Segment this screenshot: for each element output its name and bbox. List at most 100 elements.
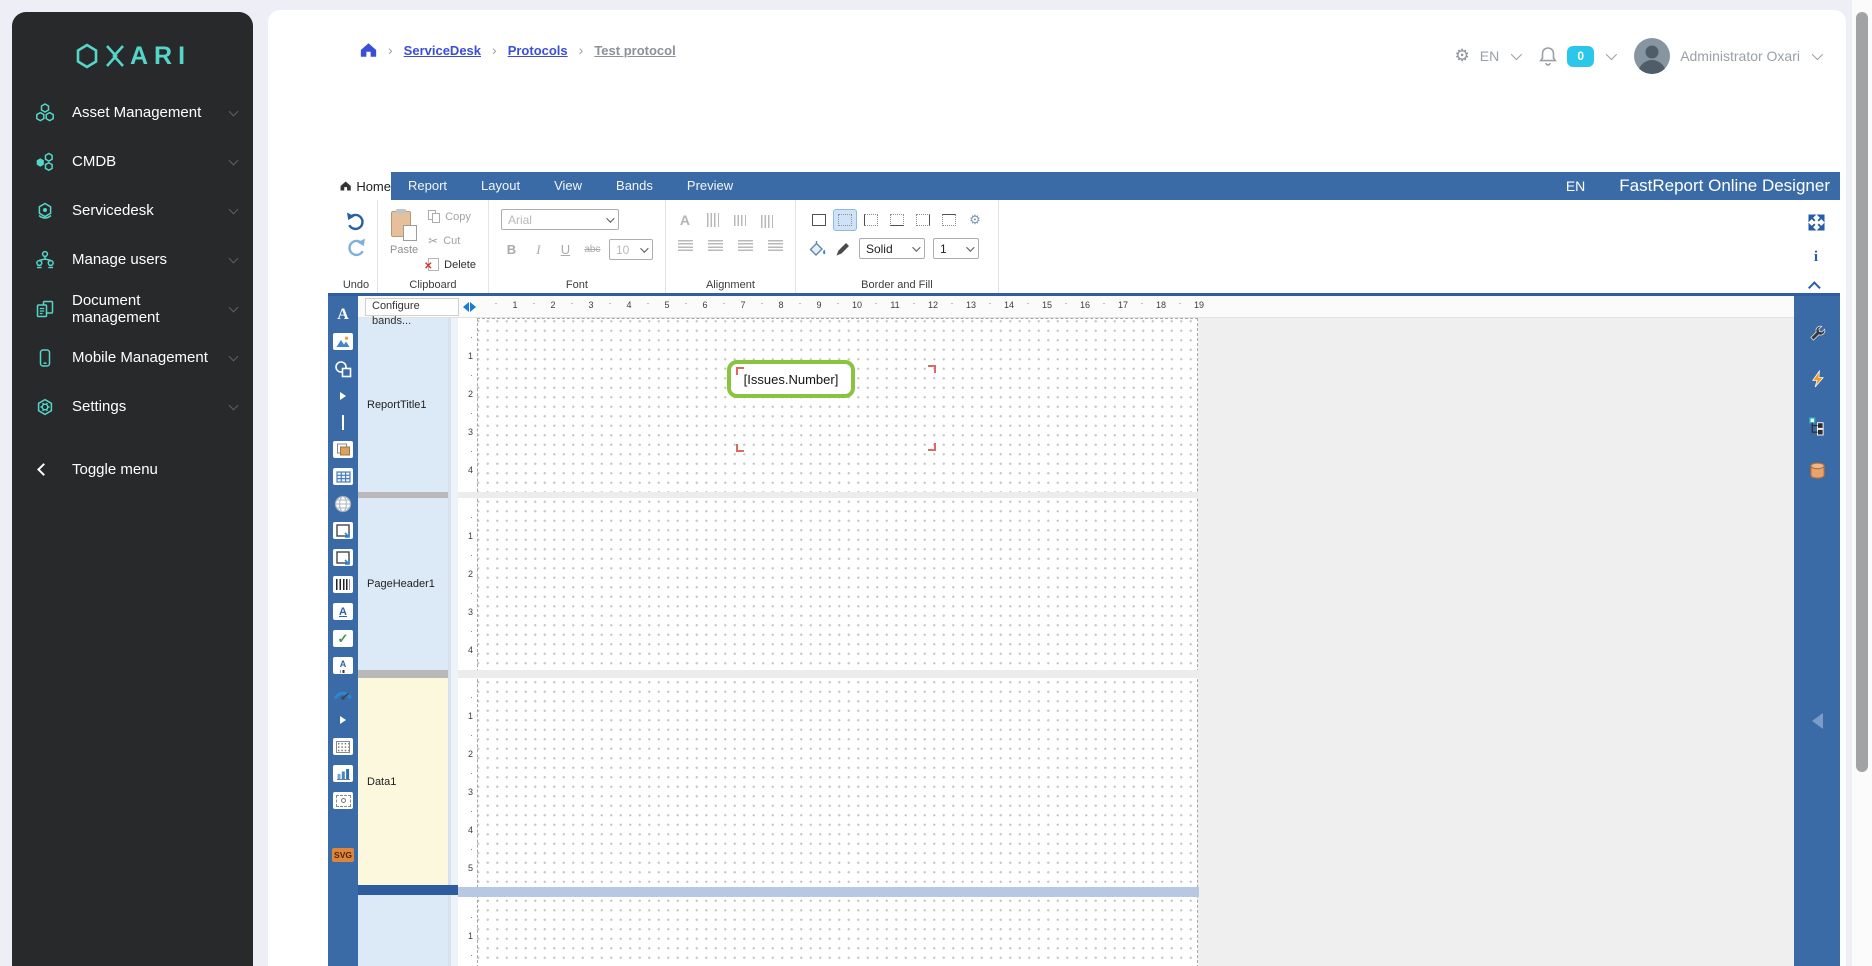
picture-object-button[interactable]: [333, 332, 353, 351]
align-justify-icon[interactable]: [767, 240, 783, 251]
chart-object-button[interactable]: [333, 764, 353, 783]
table-object-button[interactable]: [333, 467, 353, 486]
html-object-button[interactable]: [333, 818, 353, 837]
band-label-next[interactable]: [358, 895, 448, 966]
strikethrough-button[interactable]: abc: [582, 239, 603, 260]
font-family-select[interactable]: Arial: [500, 209, 619, 230]
shapes-flyout-button[interactable]: [333, 386, 353, 405]
container-object-button[interactable]: [333, 521, 353, 540]
tab-layout[interactable]: Layout: [464, 172, 537, 200]
tab-bands[interactable]: Bands: [599, 172, 670, 200]
tab-preview[interactable]: Preview: [670, 172, 750, 200]
band-label-PageHeader1[interactable]: PageHeader1: [358, 498, 448, 670]
panel-object-button[interactable]: [333, 548, 353, 567]
sidebar-item-servicedesk[interactable]: Servicedesk: [12, 186, 253, 235]
fill-color-icon[interactable]: [808, 240, 827, 257]
border-style-select[interactable]: Solid: [858, 238, 925, 259]
paste-button[interactable]: Paste: [390, 209, 418, 275]
svg-object-button[interactable]: SVG: [331, 845, 355, 864]
chevron-down-icon[interactable]: [1605, 48, 1618, 61]
delete-button[interactable]: ✕ Delete: [424, 258, 476, 272]
report-tree-panel-button[interactable]: [1794, 411, 1840, 441]
tab-view[interactable]: View: [537, 172, 599, 200]
bold-button[interactable]: B: [501, 239, 522, 260]
align-center-icon[interactable]: [707, 240, 723, 251]
vertical-align-bottom-icon[interactable]: [760, 215, 773, 228]
vertical-align-middle-icon[interactable]: [733, 214, 746, 226]
italic-button[interactable]: I: [528, 239, 549, 260]
band-width-arrows[interactable]: [463, 302, 476, 312]
border-color-pencil-icon[interactable]: [835, 241, 851, 257]
data-panel-button[interactable]: [1794, 457, 1840, 487]
richtext-object-button[interactable]: A: [333, 602, 353, 621]
signature-object-button[interactable]: [333, 791, 353, 810]
barcode-object-button[interactable]: [333, 575, 353, 594]
cut-button[interactable]: ✂ Cut: [428, 234, 476, 248]
sidebar-item-settings[interactable]: Settings: [12, 382, 253, 431]
border-settings-icon[interactable]: ⚙: [964, 210, 986, 230]
font-size-select[interactable]: 10: [608, 239, 653, 260]
configure-bands-button[interactable]: Configure bands...: [365, 298, 459, 327]
report-field-issues-number[interactable]: [Issues.Number]: [727, 360, 855, 398]
language-select[interactable]: EN: [1480, 48, 1499, 64]
sidebar-item-document-management[interactable]: Document management: [12, 284, 253, 333]
gauge-flyout-button[interactable]: [333, 710, 353, 729]
bottom-border-icon[interactable]: [886, 210, 908, 230]
line-object-button[interactable]: [333, 413, 353, 432]
text-color-icon[interactable]: A: [678, 212, 692, 228]
redo-button[interactable]: [345, 235, 367, 257]
shapes-object-button[interactable]: [333, 359, 353, 378]
browser-scrollbar[interactable]: [1852, 0, 1872, 966]
left-border-icon[interactable]: [860, 210, 882, 230]
map-object-button[interactable]: [333, 494, 353, 513]
border-width-select[interactable]: 1: [932, 238, 979, 259]
tab-home[interactable]: Home: [335, 172, 391, 200]
copy-button[interactable]: Copy: [428, 210, 476, 223]
scrollbar-thumb[interactable]: [1856, 12, 1868, 772]
all-borders-icon[interactable]: [808, 210, 830, 230]
sidebar-item-mobile-management[interactable]: Mobile Management: [12, 333, 253, 382]
notification-count-badge[interactable]: 0: [1567, 45, 1595, 67]
right-border-icon[interactable]: [912, 210, 934, 230]
selected-band-divider[interactable]: [458, 887, 1199, 897]
subreport-object-button[interactable]: [333, 440, 353, 459]
chevron-down-icon[interactable]: [1811, 48, 1824, 61]
chevron-down-icon[interactable]: [1510, 48, 1523, 61]
collapse-ribbon-button[interactable]: [1807, 281, 1821, 294]
undo-button[interactable]: [345, 209, 367, 231]
report-page[interactable]: [477, 318, 1198, 966]
sidebar-item-cmdb[interactable]: CMDB: [12, 137, 253, 186]
vertical-align-top-icon[interactable]: [706, 213, 719, 227]
text-object-button[interactable]: A: [333, 305, 353, 324]
band-label-Data1[interactable]: Data1: [358, 678, 448, 885]
notifications-bell-icon[interactable]: [1539, 46, 1558, 66]
band-label-ReportTitle1[interactable]: ReportTitle1: [358, 318, 448, 492]
design-canvas[interactable]: Configure bands... · 1 · 2 · 3 · 4 · 5 · 6 · 7 · 8 · 9 · 10…: [358, 296, 1794, 966]
home-icon[interactable]: [360, 42, 377, 58]
text-barcode-object-button[interactable]: A: [333, 656, 353, 675]
selected-band-divider[interactable]: [358, 885, 458, 895]
settings-gear-icon[interactable]: ⚙: [1454, 46, 1469, 66]
sidebar-item-manage-users[interactable]: Manage users: [12, 235, 253, 284]
breadcrumb-link-servicedesk[interactable]: ServiceDesk: [404, 43, 481, 58]
band-divider[interactable]: [358, 670, 448, 678]
fullscreen-button[interactable]: [1807, 214, 1825, 234]
band-divider[interactable]: [453, 670, 1199, 678]
band-scroll-lane[interactable]: [448, 318, 458, 966]
properties-panel-button[interactable]: [1794, 318, 1840, 348]
gauge-object-button[interactable]: [333, 683, 353, 702]
designer-language[interactable]: EN: [1566, 178, 1585, 194]
align-left-icon[interactable]: [677, 240, 693, 251]
toggle-menu-button[interactable]: Toggle menu: [12, 445, 253, 494]
checkbox-object-button[interactable]: ✓: [333, 629, 353, 648]
underline-button[interactable]: U: [555, 239, 576, 260]
top-border-icon[interactable]: [938, 210, 960, 230]
user-avatar[interactable]: [1634, 38, 1671, 74]
info-button[interactable]: i: [1814, 249, 1818, 266]
no-borders-icon[interactable]: [833, 210, 856, 230]
user-name[interactable]: Administrator Oxari: [1680, 48, 1800, 64]
matrix-object-button[interactable]: [333, 737, 353, 756]
align-right-icon[interactable]: [737, 240, 753, 251]
tab-report[interactable]: Report: [391, 172, 464, 200]
breadcrumb-link-protocols[interactable]: Protocols: [508, 43, 568, 58]
